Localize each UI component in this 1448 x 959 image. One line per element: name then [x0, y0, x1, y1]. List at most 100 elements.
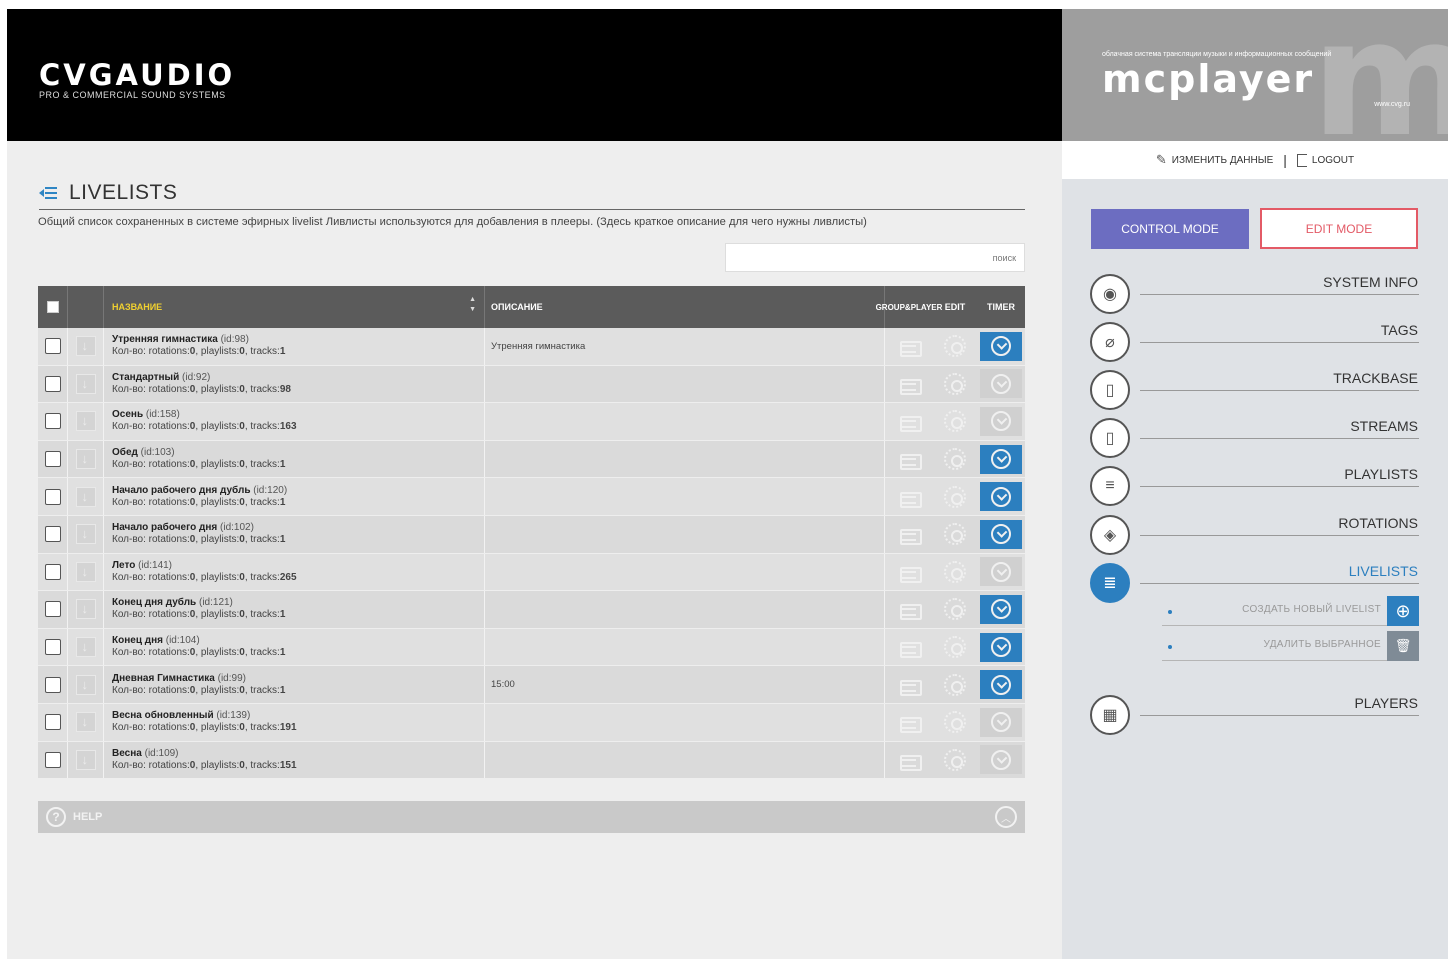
sidebar-item-tags[interactable]: ⌀ TAGS: [1090, 322, 1419, 366]
timer-button[interactable]: [980, 406, 1022, 436]
plus-circle-icon[interactable]: ⊕: [1387, 596, 1419, 626]
download-icon[interactable]: [75, 599, 96, 620]
download-icon[interactable]: [75, 637, 96, 658]
name-column-header[interactable]: НАЗВАНИЕ ▲ ▼: [104, 286, 485, 328]
timer-button[interactable]: [980, 444, 1022, 474]
table-row[interactable]: Стандартный (id:92)Кол-во: rotations:0, …: [38, 365, 1025, 404]
timer-button[interactable]: [980, 670, 1022, 700]
timer-button[interactable]: [980, 594, 1022, 624]
timer-button[interactable]: [980, 369, 1022, 399]
group-player-icon[interactable]: [898, 489, 922, 508]
group-player-icon[interactable]: [898, 564, 922, 583]
table-row[interactable]: Начало рабочего дня (id:102) Кол-во: rota…: [38, 515, 1025, 554]
select-all-checkbox[interactable]: [46, 301, 59, 313]
livelist-name[interactable]: Весна обновленный: [112, 710, 214, 721]
sort-icon[interactable]: ▲ ▼: [469, 295, 476, 315]
row-checkbox[interactable]: [44, 676, 61, 693]
livelist-name[interactable]: Начало рабочего дня дубль: [112, 485, 250, 496]
group-player-icon[interactable]: [898, 451, 922, 471]
livelist-name[interactable]: Конец дня дубль: [112, 597, 196, 608]
brand-logo[interactable]: CVGAUDIO PRO & COMMERCIAL SOUND SYSTEMS: [39, 61, 235, 101]
download-icon[interactable]: [75, 411, 96, 432]
table-row[interactable]: Лето (id:141)Кол-во: rotations:0, playli…: [38, 553, 1025, 592]
table-row[interactable]: Весна обновленный (id:139) Кол-во: rotati…: [38, 703, 1025, 742]
group-player-icon[interactable]: [898, 639, 922, 659]
group-player-icon[interactable]: [898, 752, 922, 771]
timer-button[interactable]: [980, 482, 1022, 512]
row-checkbox[interactable]: [44, 526, 61, 543]
gear-icon[interactable]: [944, 711, 966, 734]
row-checkbox[interactable]: [44, 413, 61, 430]
table-row[interactable]: Конец дня (id:104)Кол-во: rotations:0, p…: [38, 628, 1025, 667]
row-checkbox[interactable]: [44, 714, 61, 731]
chevron-up-icon[interactable]: ︿: [995, 806, 1017, 828]
download-icon[interactable]: [75, 449, 96, 470]
download-icon[interactable]: [75, 336, 96, 357]
create-livelist-item[interactable]: СОЗДАТЬ НОВЫЙ LIVELIST ⊕: [1162, 596, 1419, 626]
row-checkbox[interactable]: [44, 639, 61, 656]
timer-button[interactable]: [980, 707, 1022, 737]
timer-button[interactable]: [980, 745, 1022, 775]
control-mode-button[interactable]: CONTROL MODE: [1091, 209, 1249, 249]
timer-button[interactable]: [980, 557, 1022, 587]
group-player-icon[interactable]: [898, 601, 922, 621]
livelist-name[interactable]: Конец дня: [112, 635, 163, 646]
row-checkbox[interactable]: [44, 563, 61, 580]
gear-icon[interactable]: [944, 372, 966, 395]
download-icon[interactable]: [75, 749, 96, 770]
livelist-name[interactable]: Начало рабочего дня: [112, 522, 217, 533]
trash-icon[interactable]: 🗑: [1387, 631, 1419, 661]
sidebar-item-rotations[interactable]: ◈ ROTATIONS: [1090, 515, 1419, 559]
download-icon[interactable]: [75, 373, 96, 394]
livelist-name[interactable]: Осень: [112, 409, 143, 420]
gear-icon[interactable]: [944, 335, 966, 358]
logout-link[interactable]: LOGOUT: [1296, 153, 1354, 167]
livelist-name[interactable]: Обед: [112, 447, 138, 458]
sidebar-item-playlists[interactable]: ≡ PLAYLISTS: [1090, 466, 1419, 510]
row-checkbox[interactable]: [44, 751, 61, 768]
table-row[interactable]: Начало рабочего дня дубль (id:120) Кол-во…: [38, 478, 1025, 516]
table-row[interactable]: Дневная Гимнастика (id:99) Кол-во: rotati…: [38, 666, 1025, 704]
row-checkbox[interactable]: [44, 375, 61, 392]
row-checkbox[interactable]: [44, 451, 61, 468]
gear-icon[interactable]: [944, 523, 966, 546]
livelist-name[interactable]: Дневная Гимнастика: [112, 673, 215, 684]
gear-icon[interactable]: [944, 748, 966, 771]
download-icon[interactable]: [75, 524, 96, 545]
download-icon[interactable]: [75, 674, 96, 695]
gear-icon[interactable]: [944, 673, 966, 696]
group-player-icon[interactable]: [898, 526, 922, 546]
sidebar-item-streams[interactable]: ▯ STREAMS: [1090, 418, 1419, 462]
sidebar-item-system-info[interactable]: ◉ SYSTEM INFO: [1090, 274, 1419, 318]
table-row[interactable]: Осень (id:158)Кол-во: rotations:0, playl…: [38, 403, 1025, 441]
gear-icon[interactable]: [944, 448, 966, 471]
gear-icon[interactable]: [944, 485, 966, 508]
edit-profile-link[interactable]: ✎ ИЗМЕНИТЬ ДАННЫЕ: [1156, 152, 1273, 168]
row-checkbox[interactable]: [44, 601, 61, 618]
livelist-name[interactable]: Утренняя гимнастика: [112, 334, 218, 345]
gear-icon[interactable]: [944, 598, 966, 621]
group-player-icon[interactable]: [898, 677, 922, 696]
livelist-name[interactable]: Стандартный: [112, 372, 179, 383]
sidebar-item-trackbase[interactable]: ▯ TRACKBASE: [1090, 370, 1419, 414]
download-icon[interactable]: [75, 712, 96, 733]
group-player-icon[interactable]: [898, 413, 922, 433]
timer-button[interactable]: [980, 632, 1022, 662]
download-icon[interactable]: [75, 486, 96, 507]
group-player-icon[interactable]: [898, 376, 922, 395]
table-row[interactable]: Конец дня дубль (id:121) Кол-во: rotation…: [38, 591, 1025, 629]
timer-button[interactable]: [980, 519, 1022, 549]
table-row[interactable]: Утренняя гимнастика (id:98) Кол-во: rotat…: [38, 328, 1025, 366]
gear-icon[interactable]: [944, 636, 966, 659]
edit-mode-button[interactable]: EDIT MODE: [1260, 208, 1418, 249]
livelist-name[interactable]: Лето: [112, 560, 135, 571]
sidebar-item-players[interactable]: ▦ PLAYERS: [1090, 695, 1419, 739]
group-player-icon[interactable]: [898, 338, 922, 358]
table-row[interactable]: Весна (id:109)Кол-во: rotations:0, playl…: [38, 741, 1025, 780]
table-row[interactable]: Обед (id:103)Кол-во: rotations:0, playli…: [38, 440, 1025, 479]
row-checkbox[interactable]: [44, 338, 61, 355]
delete-selected-item[interactable]: УДАЛИТЬ ВЫБРАННОЕ 🗑: [1162, 631, 1419, 661]
group-player-icon[interactable]: [898, 714, 922, 734]
help-bar[interactable]: ? HELP ︿: [38, 801, 1025, 833]
download-icon[interactable]: [75, 561, 96, 582]
